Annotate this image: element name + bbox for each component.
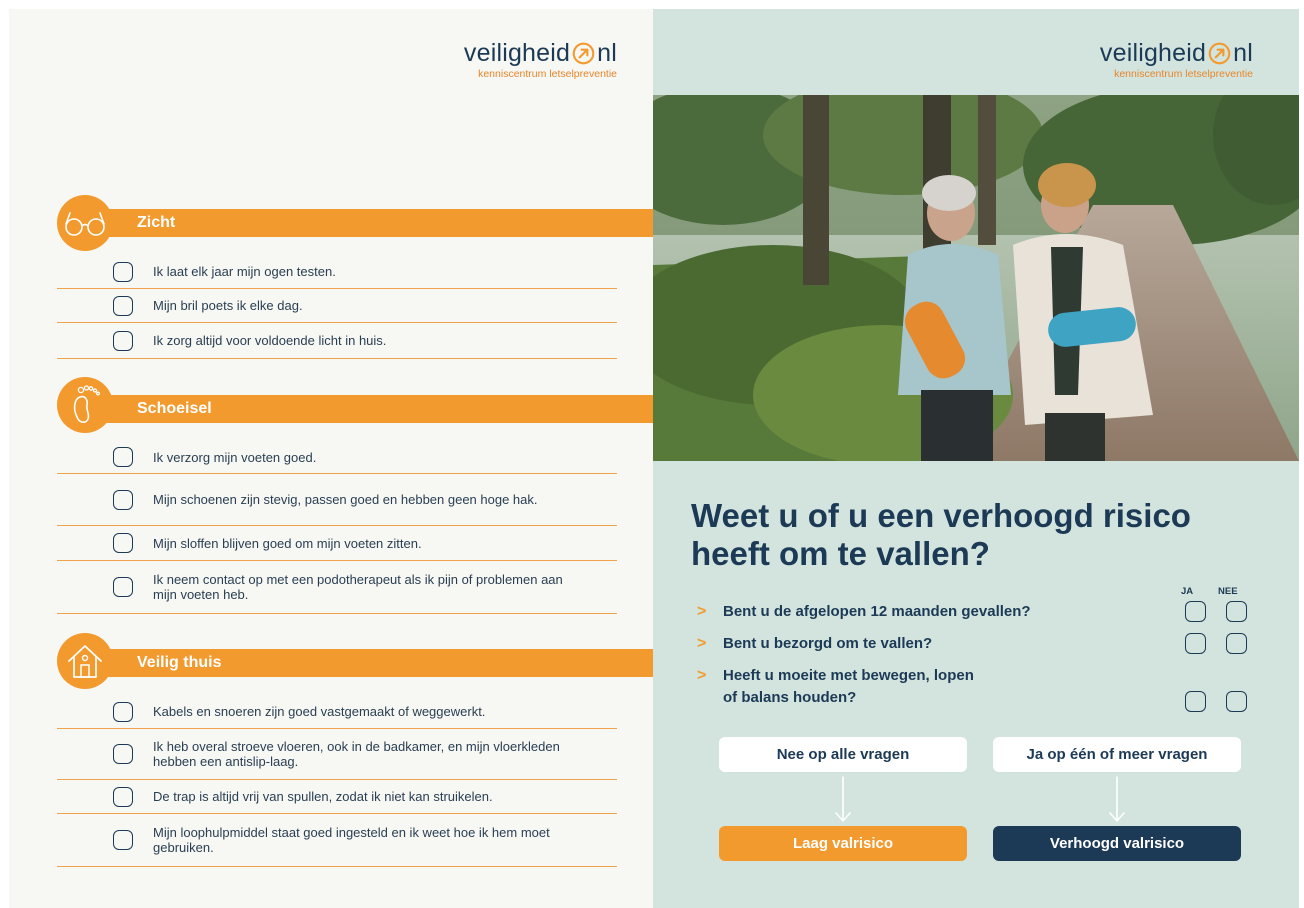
chevron-right-icon: > xyxy=(697,635,707,652)
arrow-down-icon xyxy=(1109,776,1125,822)
checkbox[interactable] xyxy=(113,744,133,764)
answer-yes-box: Ja op één of meer vragen xyxy=(993,737,1241,772)
section-veilig-thuis: Veilig thuis xyxy=(57,633,665,689)
logo-left: veiligheid nl kenniscentrum letselpreven… xyxy=(463,39,617,80)
chevron-right-icon: > xyxy=(697,667,707,684)
checklist-item: Ik heb overal stroeve vloeren, ook in de… xyxy=(57,729,617,780)
risk-test-panel: veiligheid nl kenniscentrum letselpreven… xyxy=(653,9,1299,908)
checkbox-q2-yes[interactable] xyxy=(1185,633,1206,654)
checkbox[interactable] xyxy=(113,786,133,807)
checkbox-q3-no[interactable] xyxy=(1226,691,1247,712)
checklist-item: Mijn loophulpmiddel staat goed ingesteld… xyxy=(57,814,617,867)
section-zicht: Zicht xyxy=(57,195,665,251)
checklist-item: Kabels en snoeren zijn goed vastgemaakt … xyxy=(57,695,617,729)
checklist-item: Ik verzorg mijn voeten goed. xyxy=(57,441,617,474)
checkbox[interactable] xyxy=(113,330,133,351)
checklist-zicht: Ik laat elk jaar mijn ogen testen. Mijn … xyxy=(57,255,617,359)
checklist-veilig-thuis: Kabels en snoeren zijn goed vastgemaakt … xyxy=(57,695,617,867)
brochure-spread: veiligheid nl kenniscentrum letselpreven… xyxy=(9,9,1299,908)
checkbox-q1-no[interactable] xyxy=(1226,601,1247,622)
checklist-item: Mijn sloffen blijven goed om mijn voeten… xyxy=(57,526,617,561)
checklist-item: Ik zorg altijd voor voldoende licht in h… xyxy=(57,323,617,359)
checklist-item: Ik laat elk jaar mijn ogen testen. xyxy=(57,255,617,289)
checkbox[interactable] xyxy=(113,489,133,510)
checklist-panel: veiligheid nl kenniscentrum letselpreven… xyxy=(9,9,665,908)
logo-right: veiligheid nl kenniscentrum letselpreven… xyxy=(1099,39,1253,80)
checkbox-q3-yes[interactable] xyxy=(1185,691,1206,712)
glasses-icon xyxy=(57,195,113,251)
checklist-item: Ik neem contact op met een podotherapeut… xyxy=(57,561,617,614)
arrow-circle-icon xyxy=(1208,42,1231,64)
photo-two-women-walking xyxy=(653,95,1299,461)
checkbox-q2-no[interactable] xyxy=(1226,633,1247,654)
checkbox[interactable] xyxy=(113,830,133,850)
section-title: Schoeisel xyxy=(137,400,212,417)
answer-no-box: Nee op alle vragen xyxy=(719,737,967,772)
checkbox[interactable] xyxy=(113,447,133,467)
chevron-right-icon: > xyxy=(697,603,707,620)
question-1: > Bent u de afgelopen 12 maanden gevalle… xyxy=(697,601,1031,623)
checkbox[interactable] xyxy=(113,261,133,282)
house-icon xyxy=(57,633,113,689)
result-low-risk: Laag valrisico xyxy=(719,826,967,861)
arrow-circle-icon xyxy=(572,42,595,64)
column-yes-label: JA xyxy=(1181,586,1194,597)
result-high-risk: Verhoogd valrisico xyxy=(993,826,1241,861)
headline: Weet u of u een verhoogd risico heeft om… xyxy=(691,497,1191,572)
checkbox-q1-yes[interactable] xyxy=(1185,601,1206,622)
checkbox[interactable] xyxy=(113,701,133,722)
question-3: > Heeft u moeite met bewegen, lopen of b… xyxy=(697,667,974,706)
checkbox[interactable] xyxy=(113,533,133,553)
section-title: Zicht xyxy=(137,214,176,231)
column-no-label: NEE xyxy=(1218,586,1238,597)
checklist-item: De trap is altijd vrij van spullen, zoda… xyxy=(57,780,617,814)
section-schoeisel: Schoeisel xyxy=(57,377,665,433)
question-2: > Bent u bezorgd om te vallen? xyxy=(697,633,932,655)
section-title: Veilig thuis xyxy=(137,654,222,671)
foot-icon xyxy=(57,377,113,433)
checkbox[interactable] xyxy=(113,295,133,316)
arrow-down-icon xyxy=(835,776,851,822)
checklist-schoeisel: Ik verzorg mijn voeten goed. Mijn schoen… xyxy=(57,441,617,614)
checkbox[interactable] xyxy=(113,577,133,597)
checklist-item: Mijn bril poets ik elke dag. xyxy=(57,289,617,323)
checklist-item: Mijn schoenen zijn stevig, passen goed e… xyxy=(57,474,617,526)
